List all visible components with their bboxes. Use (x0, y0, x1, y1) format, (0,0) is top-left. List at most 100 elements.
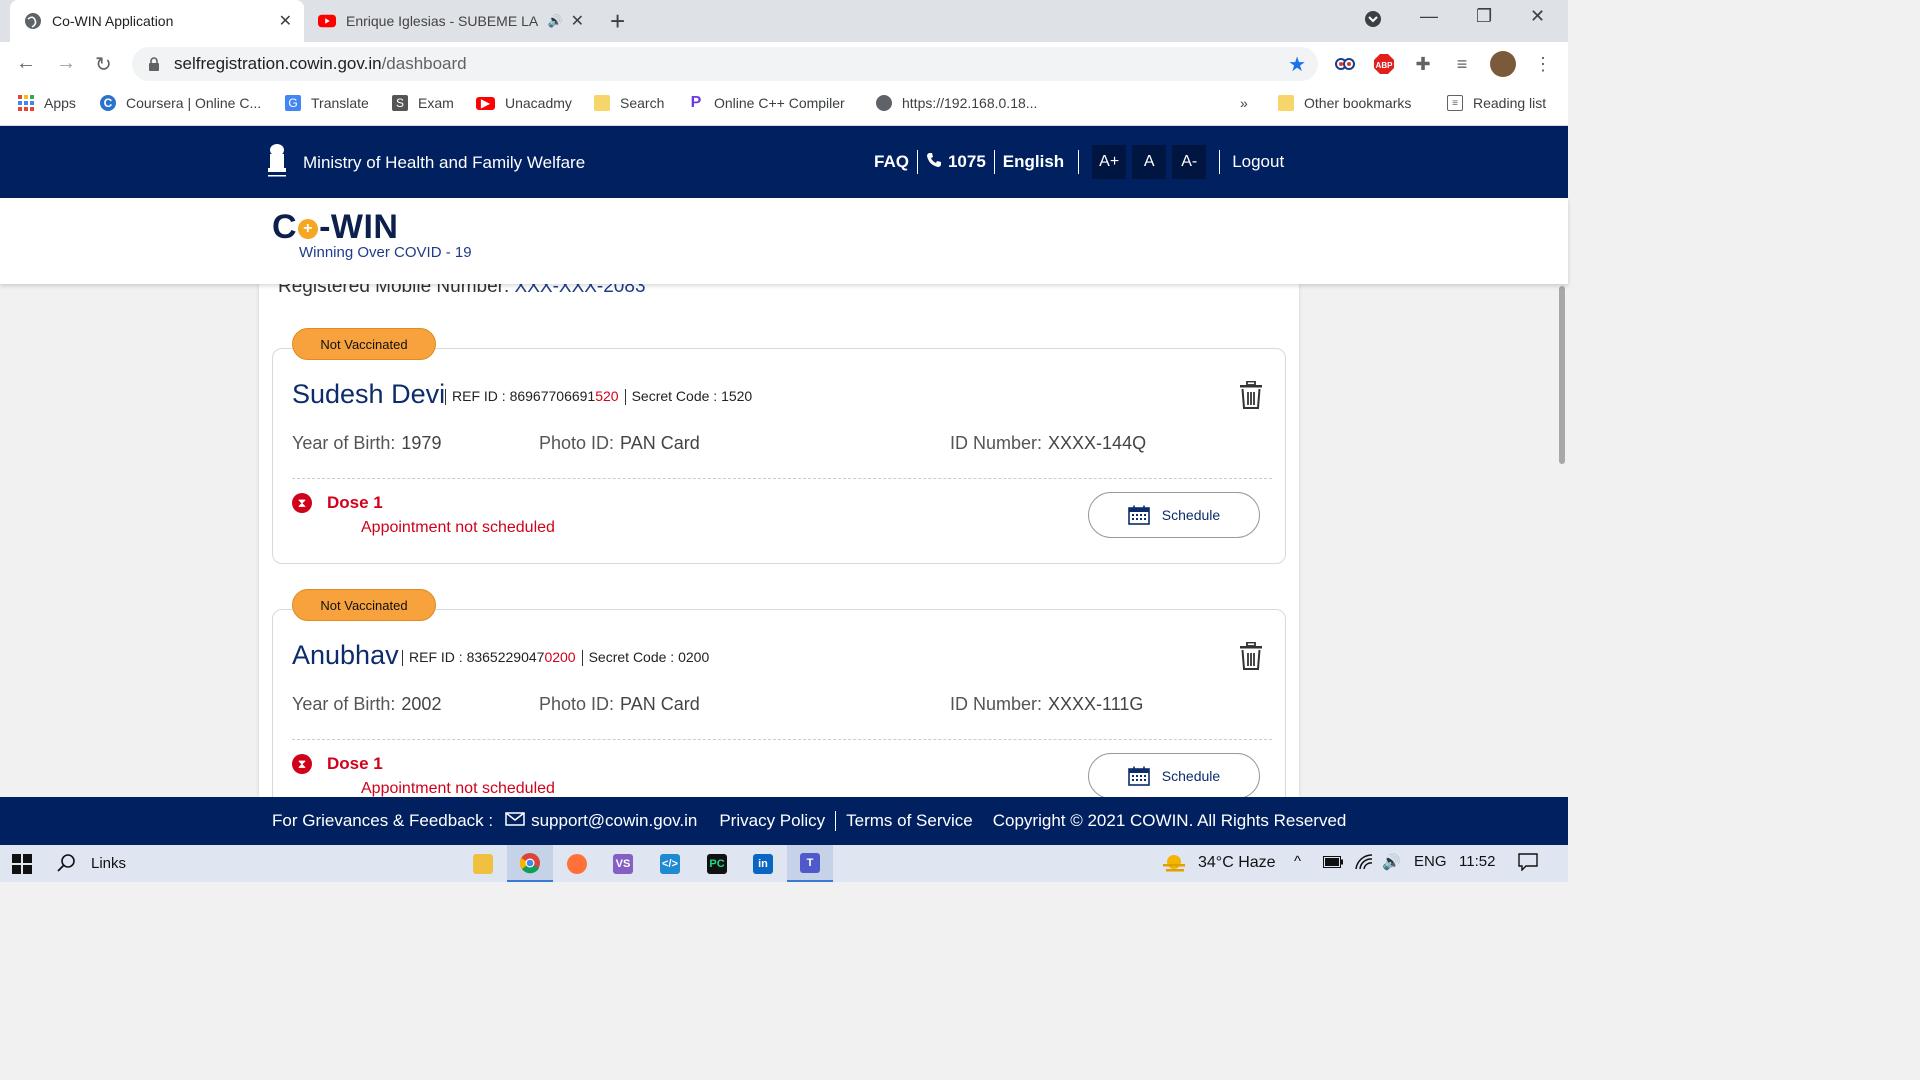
minimize-icon[interactable]: — (1420, 6, 1438, 27)
linkedin-icon[interactable]: in (740, 845, 786, 882)
weather-text: 34°C Haze (1198, 854, 1276, 871)
secret-code: Secret Code : 1520 (631, 388, 753, 404)
field-value: 1979 (401, 433, 442, 453)
helpline-number[interactable]: 1075 (948, 152, 986, 172)
bookmark-search[interactable]: Search (594, 95, 664, 111)
restore-icon[interactable]: ❐ (1476, 6, 1492, 27)
puzzle-icon[interactable]: ✚ (1412, 53, 1434, 75)
battery-icon[interactable] (1323, 856, 1343, 868)
bookmarks-overflow[interactable]: » (1240, 95, 1248, 111)
window-close-icon[interactable]: ✕ (1530, 6, 1545, 27)
trash-icon[interactable] (1239, 381, 1263, 409)
system-clock[interactable]: 11:52 (1459, 853, 1495, 870)
reload-icon[interactable]: ↻ (95, 52, 112, 77)
pycharm-icon[interactable]: PC (694, 845, 740, 882)
bookmark-cpp-compiler[interactable]: P Online C++ Compiler (688, 94, 845, 111)
windows-taskbar: Links VS </> PC in T 34°C Haze ^ 🔊 ENG 1… (0, 845, 1568, 882)
scrollbar-thumb[interactable] (1559, 286, 1565, 464)
field-value: 2002 (401, 694, 442, 714)
file-explorer-icon[interactable] (460, 845, 506, 882)
vscode-icon[interactable]: </> (647, 845, 693, 882)
divider (402, 650, 403, 667)
bookmark-apps[interactable]: Apps (18, 95, 76, 111)
adblock-icon[interactable]: ABP (1373, 53, 1395, 75)
bookmark-unacadmy[interactable]: ▶ Unacadmy (476, 95, 572, 111)
hourglass-icon: ⧗ (292, 754, 312, 774)
teams-icon[interactable]: T (787, 845, 833, 882)
bookmark-ip[interactable]: https://192.168.0.18... (876, 95, 1037, 111)
schedule-button[interactable]: Schedule (1088, 492, 1260, 538)
page-scrollbar[interactable] (1556, 284, 1568, 797)
font-normal-button[interactable]: A (1132, 145, 1167, 179)
url-host: selfregistration.cowin.gov.in (174, 54, 382, 73)
media-control-icon[interactable]: ≡ (1451, 53, 1473, 75)
haze-icon (1163, 855, 1185, 872)
divider (624, 389, 626, 406)
back-icon[interactable]: ← (16, 52, 36, 75)
ref-label: REF ID : (452, 388, 510, 404)
input-language[interactable]: ENG (1414, 853, 1447, 870)
privacy-policy-link[interactable]: Privacy Policy (719, 811, 825, 831)
bookmark-translate[interactable]: G Translate (285, 95, 369, 111)
calendar-icon (1127, 766, 1150, 786)
field-value: XXXX-144Q (1048, 433, 1147, 453)
field-label: Year of Birth: (292, 433, 396, 453)
volume-icon[interactable]: 🔊 (1382, 853, 1401, 871)
firefox-icon[interactable] (554, 845, 600, 882)
registered-mobile: Registered Mobile Number: XXX-XXX-2083 (278, 284, 646, 298)
bookmark-exam[interactable]: S Exam (392, 95, 454, 111)
address-bar[interactable]: selfregistration.cowin.gov.in/dashboard … (132, 47, 1318, 81)
reading-list[interactable]: ≡ Reading list (1447, 95, 1546, 111)
visual-studio-icon[interactable]: VS (600, 845, 646, 882)
bookmark-label: Reading list (1473, 95, 1547, 111)
profile-avatar[interactable] (1490, 51, 1516, 77)
wifi-icon[interactable] (1354, 853, 1374, 871)
close-tab-icon[interactable]: ✕ (571, 11, 584, 31)
speaker-icon[interactable]: 🔊 (548, 14, 563, 28)
vaccination-status-badge: Not Vaccinated (292, 328, 436, 360)
weather-widget[interactable]: 34°C Haze (1160, 852, 1276, 874)
secret-code: Secret Code : 0200 (588, 649, 710, 665)
faq-link[interactable]: FAQ (874, 152, 909, 172)
extension-eyes-icon[interactable] (1334, 53, 1356, 75)
tab-search-icon[interactable] (1364, 10, 1382, 33)
national-emblem-icon (268, 144, 286, 177)
bookmark-coursera[interactable]: C Coursera | Online C... (100, 95, 261, 111)
vaccination-status-badge: Not Vaccinated (292, 589, 436, 621)
year-of-birth: Year of Birth: 1979 (292, 433, 441, 454)
new-tab-button[interactable]: + (610, 6, 625, 37)
chrome-icon[interactable] (507, 845, 553, 882)
font-decrease-button[interactable]: A- (1172, 145, 1207, 179)
bookmark-label: Translate (311, 95, 369, 111)
logo-letter: C (272, 208, 298, 246)
schedule-button[interactable]: Schedule (1088, 753, 1260, 797)
notification-center-icon[interactable] (1518, 853, 1538, 871)
logout-link[interactable]: Logout (1232, 152, 1284, 172)
ref-id-suffix: 520 (595, 388, 619, 404)
font-increase-button[interactable]: A+ (1092, 145, 1127, 179)
reference-line: REF ID : 86967706691520 Secret Code : 152… (445, 388, 753, 406)
ref-id-prefix: 8365229047 (466, 649, 545, 665)
close-tab-icon[interactable]: ✕ (279, 11, 292, 31)
support-email-link[interactable]: support@cowin.gov.in (531, 811, 697, 831)
tab-cowin[interactable]: Co-WIN Application ✕ (10, 0, 304, 42)
language-select[interactable]: English (1003, 152, 1064, 172)
windows-start-icon[interactable] (12, 854, 32, 874)
star-icon[interactable]: ★ (1288, 52, 1306, 77)
bookmark-label: https://192.168.0.18... (902, 95, 1038, 111)
registered-mobile-label: Registered Mobile Number: (278, 284, 510, 297)
cowin-logo[interactable]: C + -WIN (272, 208, 398, 247)
registered-mobile-value: XXX-XXX-2083 (514, 284, 646, 297)
trash-icon[interactable] (1239, 642, 1263, 670)
bookmark-label: Online C++ Compiler (714, 95, 845, 111)
taskbar-search[interactable]: Links (56, 853, 126, 873)
chevron-up-icon[interactable]: ^ (1294, 853, 1301, 870)
mail-icon (505, 811, 525, 831)
tab-youtube[interactable]: Enrique Iglesias - SUBEME LA 🔊 ✕ (306, 0, 596, 42)
browser-menu-icon[interactable]: ⋮ (1532, 53, 1554, 75)
terms-link[interactable]: Terms of Service (846, 811, 973, 831)
forward-icon[interactable]: → (56, 52, 76, 75)
overflow-chevron-icon: » (1240, 95, 1248, 111)
bookmark-other[interactable]: Other bookmarks (1278, 95, 1411, 111)
logo-plus-icon: + (298, 219, 319, 240)
